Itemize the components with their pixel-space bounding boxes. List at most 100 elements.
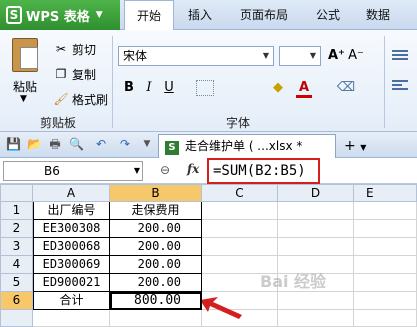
select-all-corner[interactable] xyxy=(0,184,33,202)
cell-e1[interactable] xyxy=(354,202,417,220)
column-header-e[interactable]: E xyxy=(354,184,417,202)
row-header[interactable]: 4 xyxy=(0,256,33,274)
align-top-icon[interactable] xyxy=(392,50,408,64)
column-header-c[interactable]: C xyxy=(202,184,278,202)
scissors-icon: ✂ xyxy=(55,42,67,56)
document-tab[interactable]: S 走合维护单 ( ...xlsx * xyxy=(158,134,336,158)
cell-c3[interactable] xyxy=(202,238,278,256)
font-size-select[interactable]: ▼ xyxy=(279,46,321,66)
clear-format-icon[interactable]: ⌫ xyxy=(336,78,356,98)
cell-b4[interactable]: 200.00 xyxy=(110,256,202,274)
chevron-down-icon[interactable]: ▼ xyxy=(20,94,27,104)
cell-b7[interactable] xyxy=(110,310,202,327)
row-header[interactable]: 1 xyxy=(0,202,33,220)
cell-a3[interactable]: ED300068 xyxy=(33,238,110,256)
row-header[interactable]: 3 xyxy=(0,238,33,256)
menu-bar: S WPS 表格 ▼ 开始 插入 页面布局 公式 数据 xyxy=(0,0,417,31)
document-tab-bar: 💾 📂 🖶 🔍 ↶ ↷ ▼ S 走合维护单 ( ...xlsx * + ▼ xyxy=(0,132,417,158)
cell-b5[interactable]: 200.00 xyxy=(110,274,202,292)
cell-c2[interactable] xyxy=(202,220,278,238)
zoom-icon[interactable]: ⊖ xyxy=(160,163,170,177)
underline-button[interactable]: U xyxy=(162,78,176,98)
cell-a2[interactable]: EE300308 xyxy=(33,220,110,238)
tab-formulas[interactable]: 公式 xyxy=(306,0,350,30)
cell-e4[interactable] xyxy=(354,256,417,274)
tab-data[interactable]: 数据 xyxy=(356,0,400,30)
font-color-button[interactable]: A xyxy=(296,78,312,98)
column-header-d[interactable]: D xyxy=(278,184,354,202)
bold-button[interactable]: B xyxy=(122,78,136,98)
tab-insert[interactable]: 插入 xyxy=(180,0,220,30)
copy-button[interactable]: ❐ 复制 xyxy=(54,65,96,83)
cell-e3[interactable] xyxy=(354,238,417,256)
cell-d7[interactable] xyxy=(278,310,354,327)
chevron-down-icon: ▼ xyxy=(309,51,317,60)
font-group-label: 字体 xyxy=(226,116,251,130)
cell-b6[interactable]: 800.00 xyxy=(110,292,202,310)
cell-c1[interactable] xyxy=(202,202,278,220)
redo-icon[interactable]: ↷ xyxy=(118,137,132,151)
format-painter-button[interactable]: 🖌 格式刷 xyxy=(53,90,108,108)
cell-e2[interactable] xyxy=(354,220,417,238)
column-header-b[interactable]: B xyxy=(110,184,202,202)
undo-icon[interactable]: ↶ xyxy=(94,137,108,151)
save-icon[interactable]: 💾 xyxy=(6,137,21,151)
formula-input[interactable]: =SUM(B2:B5) xyxy=(207,158,320,184)
wps-logo-icon: S xyxy=(6,6,22,24)
brush-icon: 🖌 xyxy=(53,92,69,106)
borders-icon[interactable] xyxy=(196,80,214,96)
cell-b1[interactable]: 走保费用 xyxy=(110,202,202,220)
cell-b2[interactable]: 200.00 xyxy=(110,220,202,238)
grow-font-button[interactable]: A⁺ xyxy=(328,46,345,66)
cell-d3[interactable] xyxy=(278,238,354,256)
cell-d1[interactable] xyxy=(278,202,354,220)
cell-a5[interactable]: ED900021 xyxy=(33,274,110,292)
new-tab-button[interactable]: + ▼ xyxy=(340,136,370,156)
cell-a4[interactable]: ED300069 xyxy=(33,256,110,274)
italic-button[interactable]: I xyxy=(142,78,156,98)
name-box-value: B6 xyxy=(44,164,60,178)
chevron-down-icon: ▼ xyxy=(262,51,270,60)
tab-page-layout[interactable]: 页面布局 xyxy=(228,0,300,30)
font-name-select[interactable]: 宋体 ▼ xyxy=(118,46,274,66)
cell-e7[interactable] xyxy=(354,310,417,327)
print-preview-icon[interactable]: 🔍 xyxy=(69,137,84,151)
chevron-down-icon: ▼ xyxy=(133,166,140,175)
clipboard-group-label: 剪贴板 xyxy=(40,116,77,130)
watermark: Bai 经验 xyxy=(260,272,327,291)
fill-color-icon[interactable]: ◆ xyxy=(268,78,288,98)
fx-icon[interactable]: fx xyxy=(187,162,199,176)
paste-button-label[interactable]: 粘贴 xyxy=(13,78,37,95)
cell-d2[interactable] xyxy=(278,220,354,238)
cell-a7[interactable] xyxy=(33,310,110,327)
cell-d6[interactable] xyxy=(278,292,354,310)
open-icon[interactable]: 📂 xyxy=(27,137,42,151)
wps-app-button[interactable]: S WPS 表格 ▼ xyxy=(0,0,120,30)
tab-home[interactable]: 开始 xyxy=(124,0,174,31)
column-header-a[interactable]: A xyxy=(33,184,110,202)
cell-b3[interactable]: 200.00 xyxy=(110,238,202,256)
row-header[interactable]: 2 xyxy=(0,220,33,238)
paste-icon[interactable] xyxy=(12,38,38,72)
shrink-font-button[interactable]: A⁻ xyxy=(348,46,364,66)
name-box[interactable]: B6 ▼ xyxy=(3,161,143,181)
cell-e5[interactable] xyxy=(354,274,417,292)
cell-a6[interactable]: 合计 xyxy=(33,292,110,310)
cell-a1[interactable]: 出厂编号 xyxy=(33,202,110,220)
row-header[interactable]: 6 xyxy=(0,292,33,310)
formula-bar: B6 ▼ ⊖ fx =SUM(B2:B5) xyxy=(0,158,417,184)
document-tab-label: 走合维护单 ( ...xlsx * xyxy=(185,139,303,153)
print-icon[interactable]: 🖶 xyxy=(48,137,62,151)
wps-app-label: WPS 表格 xyxy=(26,9,90,25)
copy-label: 复制 xyxy=(72,67,97,82)
chevron-down-icon[interactable]: ▼ xyxy=(140,137,154,151)
row-header[interactable]: 5 xyxy=(0,274,33,292)
chevron-down-icon: ▼ xyxy=(95,10,103,20)
font-name-value: 宋体 xyxy=(123,49,148,63)
align-left-icon[interactable] xyxy=(392,80,408,94)
row-header[interactable] xyxy=(0,310,33,327)
chevron-down-icon: ▼ xyxy=(360,143,367,152)
copy-icon: ❐ xyxy=(55,67,67,81)
cut-button[interactable]: ✂ 剪切 xyxy=(54,40,96,58)
cell-e6[interactable] xyxy=(354,292,417,310)
